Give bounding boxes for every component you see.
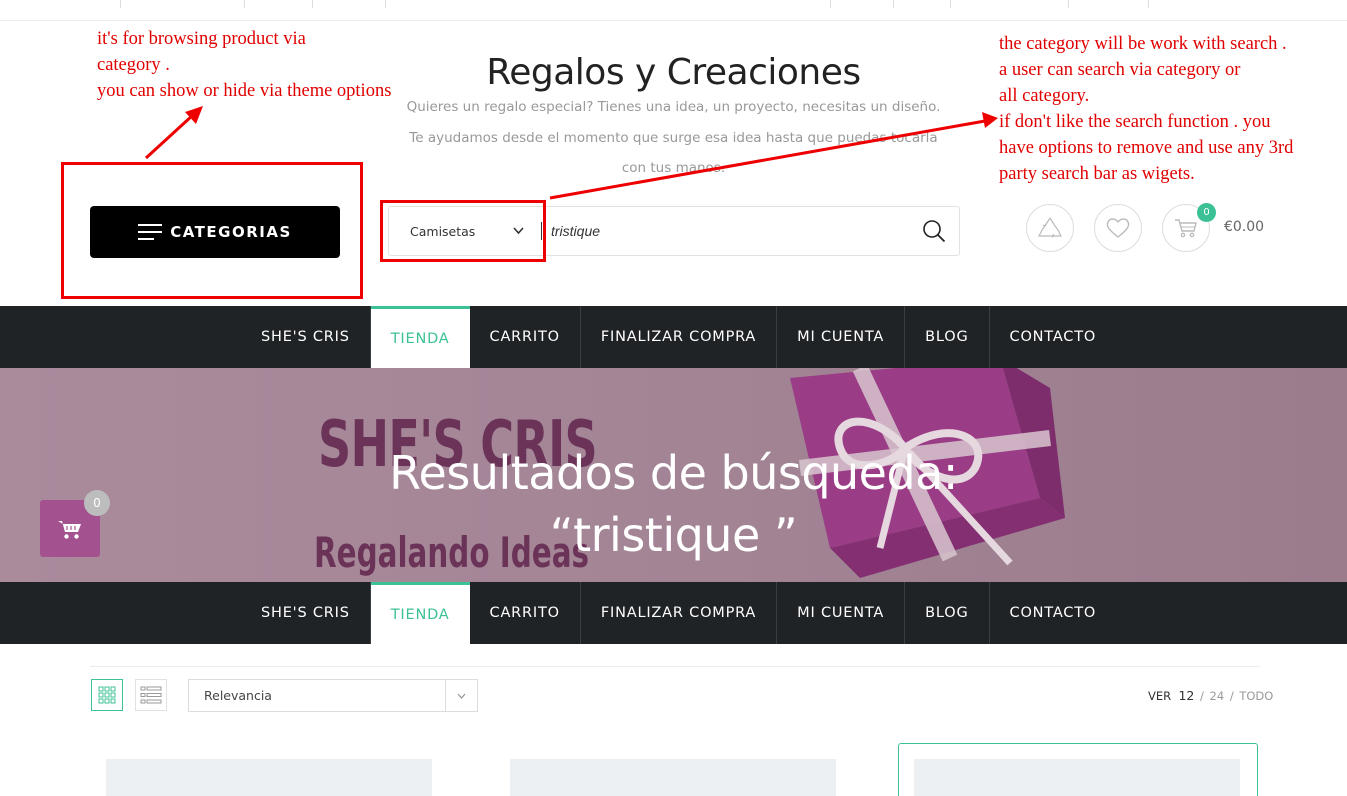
product-card[interactable] bbox=[494, 743, 852, 796]
page-hero: SHE'S CRIS Regalando Ideas Resultados de… bbox=[0, 368, 1347, 582]
cart-icon bbox=[58, 520, 81, 539]
main-nav: SHE'S CRIS TIENDA CARRITO FINALIZAR COMP… bbox=[0, 306, 1347, 368]
floating-cart-badge: 0 bbox=[84, 490, 110, 516]
annotation-box-categories bbox=[61, 162, 363, 299]
product-image[interactable] bbox=[510, 759, 836, 796]
annotation-line: have options to remove and use any 3rd bbox=[999, 138, 1294, 158]
annotation-line: the category will be work with search . bbox=[999, 34, 1287, 54]
nav-item-mi-cuenta[interactable]: MI CUENTA bbox=[777, 306, 906, 368]
cart-total[interactable]: €0.00 bbox=[1224, 219, 1264, 235]
list-icon bbox=[140, 686, 162, 704]
per-page-option-12[interactable]: 12 bbox=[1178, 688, 1194, 703]
nav-item-finalizar-compra[interactable]: FINALIZAR COMPRA bbox=[581, 582, 778, 644]
description-line: Te ayudamos desde el momento que surge e… bbox=[409, 129, 938, 146]
nav-item-blog[interactable]: BLOG bbox=[905, 582, 990, 644]
product-card[interactable] bbox=[90, 743, 448, 796]
annotation-line: if don't like the search function . you bbox=[999, 112, 1271, 132]
nav-item-finalizar-compra[interactable]: FINALIZAR COMPRA bbox=[581, 306, 778, 368]
sort-select[interactable]: Relevancia bbox=[188, 679, 478, 712]
site-description: Quieres un regalo especial? Tienes una i… bbox=[390, 92, 957, 184]
list-view-button[interactable] bbox=[135, 679, 167, 711]
search-icon[interactable] bbox=[922, 219, 946, 243]
product-card-hovered[interactable] bbox=[898, 743, 1258, 796]
annotation-line: you can show or hide via theme options bbox=[97, 81, 392, 101]
sort-select-arrow bbox=[445, 680, 477, 711]
page: Regalos y Creaciones Quieres un regalo e… bbox=[0, 0, 1347, 796]
sort-select-value: Relevancia bbox=[204, 688, 272, 703]
compare-button[interactable] bbox=[1026, 204, 1074, 252]
top-bar bbox=[0, 0, 1347, 21]
toolbar-divider bbox=[90, 666, 1260, 667]
description-line: Quieres un regalo especial? Tienes una i… bbox=[406, 99, 941, 115]
page-title: Resultados de búsqueda: “tristique ” bbox=[300, 442, 1047, 566]
product-image[interactable] bbox=[106, 759, 432, 796]
chevron-down-icon bbox=[457, 693, 466, 699]
nav-item-contacto[interactable]: CONTACTO bbox=[990, 582, 1117, 644]
recycle-icon bbox=[1038, 217, 1062, 238]
wishlist-button[interactable] bbox=[1094, 204, 1142, 252]
nav-item-blog[interactable]: BLOG bbox=[905, 306, 990, 368]
nav-item-carrito[interactable]: CARRITO bbox=[470, 306, 581, 368]
nav-item-mi-cuenta[interactable]: MI CUENTA bbox=[777, 582, 906, 644]
heart-icon bbox=[1106, 218, 1130, 238]
site-title[interactable]: Regalos y Creaciones bbox=[400, 52, 947, 93]
nav-item-tienda[interactable]: TIENDA bbox=[370, 582, 470, 644]
annotation-line: a user can search via category or bbox=[999, 60, 1241, 80]
annotation-right: the category will be work with search . … bbox=[999, 31, 1293, 187]
annotation-line: it's for browsing product via bbox=[97, 29, 306, 49]
description-line: con tus manos. bbox=[621, 160, 726, 176]
grid-view-button[interactable] bbox=[91, 679, 123, 711]
annotation-line: all category. bbox=[999, 86, 1090, 106]
page-title-query: “tristique ” bbox=[549, 508, 798, 562]
cart-icon bbox=[1175, 219, 1197, 238]
nav-item-shes-cris[interactable]: SHE'S CRIS bbox=[241, 306, 371, 368]
grid-icon bbox=[98, 686, 116, 704]
per-page-option-24[interactable]: 24 bbox=[1210, 689, 1225, 703]
nav-item-contacto[interactable]: CONTACTO bbox=[990, 306, 1117, 368]
per-page-option-all[interactable]: TODO bbox=[1239, 689, 1273, 703]
annotation-line: category . bbox=[97, 55, 170, 75]
nav-item-shes-cris[interactable]: SHE'S CRIS bbox=[241, 582, 371, 644]
per-page-label: VER bbox=[1148, 689, 1172, 703]
search-input[interactable] bbox=[551, 217, 911, 245]
page-title-line: Resultados de búsqueda: bbox=[389, 446, 958, 500]
annotation-line: party search bar as wigets. bbox=[999, 164, 1195, 184]
nav-item-carrito[interactable]: CARRITO bbox=[470, 582, 581, 644]
annotation-left: it's for browsing product via category .… bbox=[97, 26, 391, 104]
cart-count-badge: 0 bbox=[1197, 203, 1216, 222]
product-image[interactable] bbox=[914, 759, 1240, 796]
per-page-selector: VER 12 / 24 / TODO bbox=[1148, 688, 1274, 703]
annotation-box-search-category bbox=[380, 200, 546, 262]
nav-item-tienda[interactable]: TIENDA bbox=[370, 306, 470, 368]
sticky-nav: SHE'S CRIS TIENDA CARRITO FINALIZAR COMP… bbox=[0, 582, 1347, 644]
